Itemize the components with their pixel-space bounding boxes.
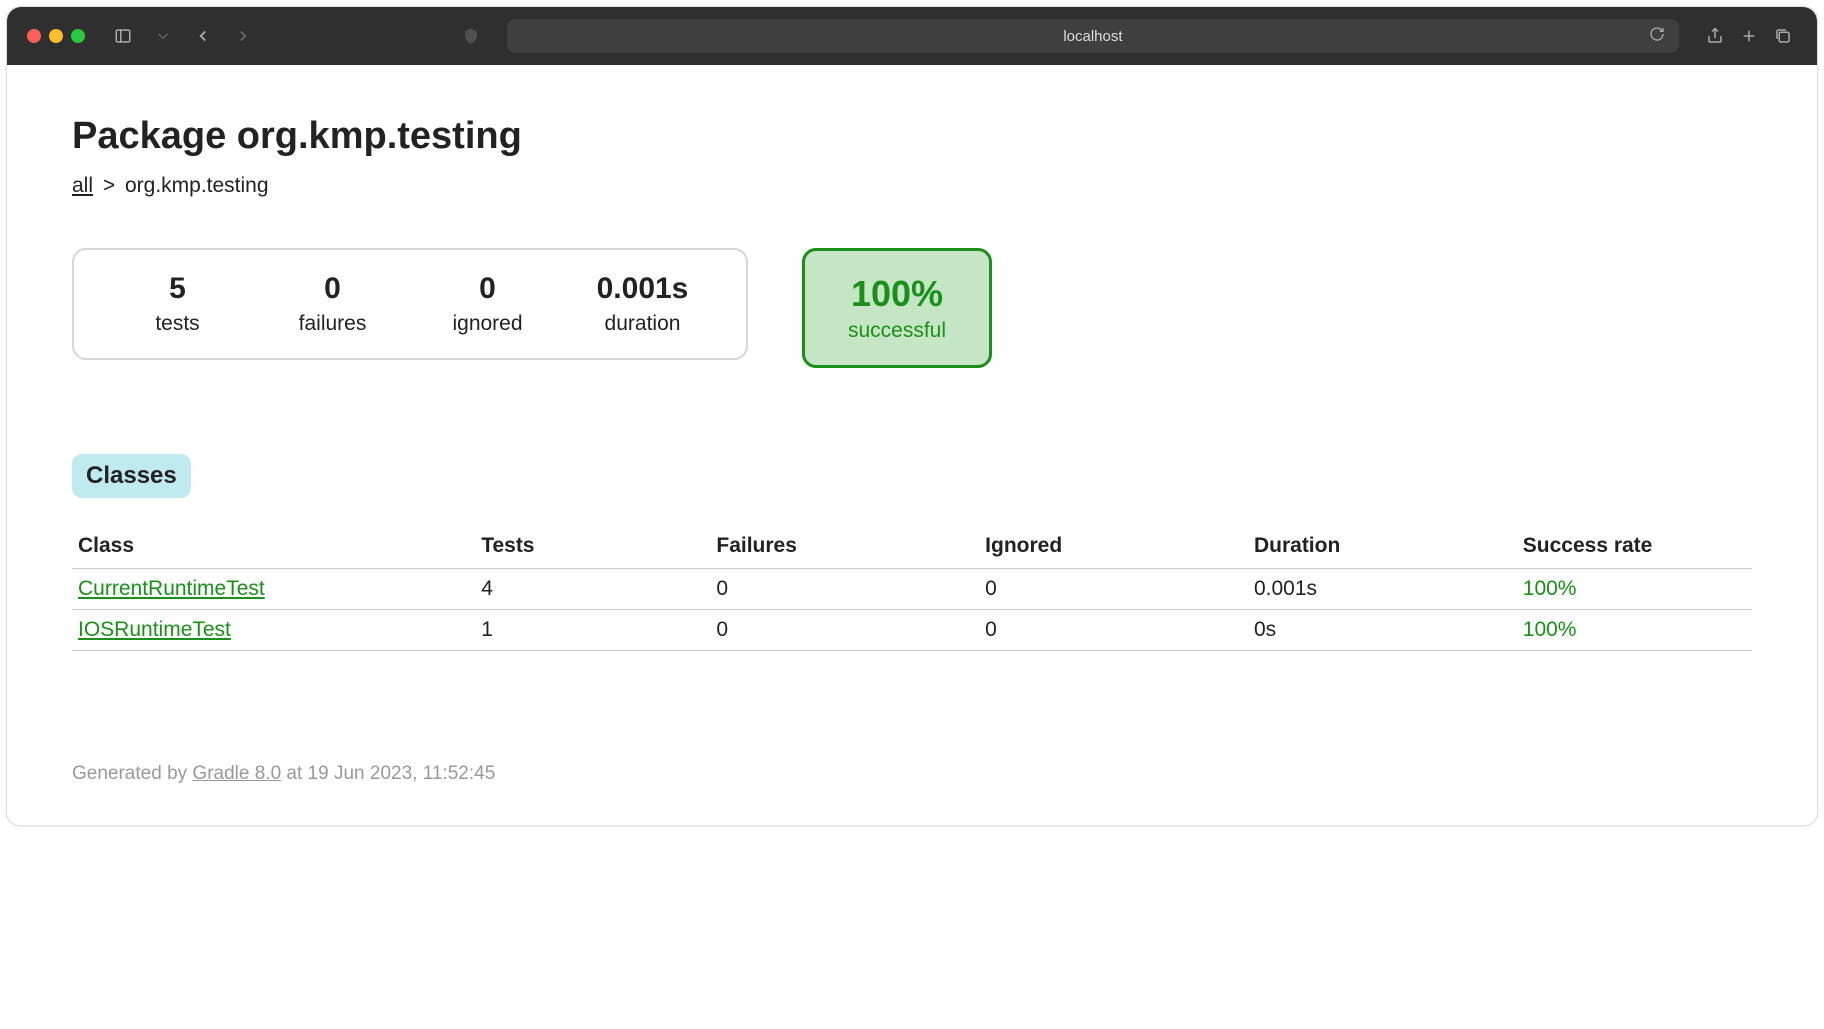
th-tests: Tests — [475, 526, 710, 569]
success-label: successful — [841, 319, 953, 343]
cell-tests: 1 — [475, 610, 710, 651]
share-icon[interactable] — [1701, 22, 1729, 50]
classes-table: Class Tests Failures Ignored Duration Su… — [72, 526, 1752, 651]
breadcrumb-separator: > — [103, 174, 115, 197]
footer-suffix: at 19 Jun 2023, 11:52:45 — [281, 763, 495, 784]
stat-tests: 5 tests — [100, 272, 255, 336]
stats-box: 5 tests 0 failures 0 ignored 0.001s dura… — [72, 248, 748, 360]
minimize-window-button[interactable] — [49, 29, 63, 43]
cell-failures: 0 — [710, 610, 979, 651]
cell-duration: 0s — [1248, 610, 1517, 651]
back-button[interactable] — [189, 22, 217, 50]
stat-ignored-value: 0 — [410, 272, 565, 306]
stat-failures: 0 failures — [255, 272, 410, 336]
sidebar-toggle-icon[interactable] — [109, 22, 137, 50]
stat-ignored-label: ignored — [410, 312, 565, 336]
table-header-row: Class Tests Failures Ignored Duration Su… — [72, 526, 1752, 569]
th-ignored: Ignored — [979, 526, 1248, 569]
breadcrumb: all > org.kmp.testing — [72, 174, 1752, 198]
stat-tests-value: 5 — [100, 272, 255, 306]
cell-ignored: 0 — [979, 610, 1248, 651]
success-value: 100% — [841, 273, 953, 315]
maximize-window-button[interactable] — [71, 29, 85, 43]
window-controls — [27, 29, 85, 43]
cell-failures: 0 — [710, 569, 979, 610]
table-row: CurrentRuntimeTest 4 0 0 0.001s 100% — [72, 569, 1752, 610]
success-box: 100% successful — [802, 248, 992, 368]
cell-tests: 4 — [475, 569, 710, 610]
cell-duration: 0.001s — [1248, 569, 1517, 610]
th-class: Class — [72, 526, 475, 569]
stat-duration-label: duration — [565, 312, 720, 336]
forward-button[interactable] — [229, 22, 257, 50]
stat-failures-value: 0 — [255, 272, 410, 306]
stat-ignored: 0 ignored — [410, 272, 565, 336]
stat-tests-label: tests — [100, 312, 255, 336]
reload-icon[interactable] — [1649, 26, 1665, 46]
page-content: Package org.kmp.testing all > org.kmp.te… — [7, 65, 1817, 825]
shield-icon[interactable] — [457, 22, 485, 50]
stat-failures-label: failures — [255, 312, 410, 336]
summary-row: 5 tests 0 failures 0 ignored 0.001s dura… — [72, 248, 1752, 368]
tabs-overview-icon[interactable] — [1769, 22, 1797, 50]
tab-classes[interactable]: Classes — [72, 454, 191, 498]
class-link[interactable]: IOSRuntimeTest — [78, 618, 231, 641]
cell-success-rate: 100% — [1517, 569, 1752, 610]
breadcrumb-current: org.kmp.testing — [125, 174, 269, 197]
breadcrumb-root-link[interactable]: all — [72, 174, 93, 197]
class-link[interactable]: CurrentRuntimeTest — [78, 577, 265, 600]
footer-prefix: Generated by — [72, 763, 192, 784]
stat-duration-value: 0.001s — [565, 272, 720, 306]
new-tab-icon[interactable] — [1735, 22, 1763, 50]
address-bar[interactable]: localhost — [507, 19, 1679, 53]
th-success-rate: Success rate — [1517, 526, 1752, 569]
cell-success-rate: 100% — [1517, 610, 1752, 651]
address-text: localhost — [1063, 28, 1122, 45]
page-title: Package org.kmp.testing — [72, 115, 1752, 158]
table-row: IOSRuntimeTest 1 0 0 0s 100% — [72, 610, 1752, 651]
stat-duration: 0.001s duration — [565, 272, 720, 336]
cell-ignored: 0 — [979, 569, 1248, 610]
close-window-button[interactable] — [27, 29, 41, 43]
footer-gradle-link[interactable]: Gradle 8.0 — [192, 763, 281, 784]
th-failures: Failures — [710, 526, 979, 569]
th-duration: Duration — [1248, 526, 1517, 569]
footer: Generated by Gradle 8.0 at 19 Jun 2023, … — [72, 763, 495, 785]
chevron-down-icon[interactable] — [149, 22, 177, 50]
browser-toolbar: localhost — [7, 7, 1817, 65]
